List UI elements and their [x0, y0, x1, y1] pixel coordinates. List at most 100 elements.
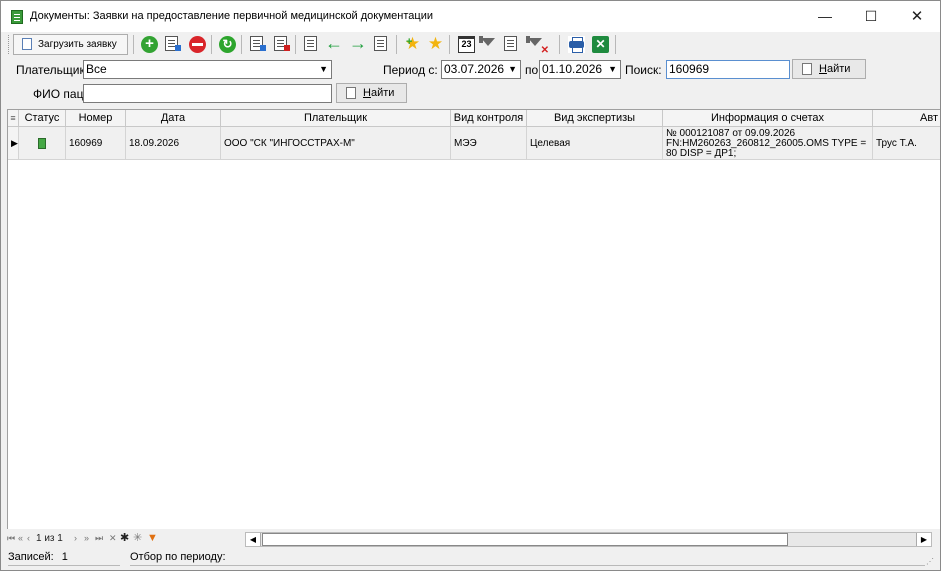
- load-request-label: Загрузить заявку: [38, 39, 117, 50]
- load-request-button[interactable]: Загрузить заявку: [13, 34, 128, 55]
- calendar-icon[interactable]: 23: [458, 36, 475, 53]
- app-icon: [11, 10, 23, 24]
- doc-edit-blue-icon[interactable]: [250, 36, 266, 51]
- records-panel: Записей: 1: [8, 550, 120, 566]
- refresh-icon[interactable]: ↻: [219, 36, 236, 53]
- chevron-down-icon: ▼: [508, 64, 517, 74]
- window-title: Документы: Заявки на предоставление перв…: [30, 10, 433, 22]
- records-count: 1: [61, 551, 68, 563]
- last-record-icon[interactable]: ⏭: [95, 530, 103, 547]
- scroll-left-icon[interactable]: ◀: [246, 533, 261, 546]
- find-fio-button[interactable]: Найти: [336, 83, 407, 103]
- number-cell[interactable]: 160969: [66, 127, 126, 160]
- filter-edit-icon[interactable]: [504, 36, 517, 51]
- doc-import-icon[interactable]: [374, 36, 387, 51]
- scrollbar-thumb[interactable]: [262, 533, 788, 546]
- period-to-field[interactable]: 01.10.2026 ▼: [539, 60, 621, 79]
- arrow-left-icon[interactable]: ←: [325, 34, 343, 53]
- toolbar-separator: [211, 35, 212, 54]
- toolbar: Загрузить заявку + ↻ ← → ★ + ★ 23 ✕ ✕: [2, 32, 939, 57]
- print-icon[interactable]: [568, 36, 585, 53]
- record-navigator: ⏮ « ‹ 1 из 1 › » ⏭ ✕ ✱ ✳ ▼: [7, 530, 239, 547]
- filter-clear-icon[interactable]: ✕: [528, 36, 549, 56]
- document-icon: [22, 38, 32, 50]
- toolbar-separator: [133, 35, 134, 54]
- records-label: Записей:: [8, 551, 54, 563]
- scroll-right-icon[interactable]: ▶: [916, 533, 931, 546]
- minimize-button[interactable]: —: [802, 1, 848, 32]
- period-to-label: по: [525, 63, 539, 77]
- row-indicator[interactable]: ▶: [8, 127, 19, 160]
- doc-delete-icon[interactable]: [274, 36, 290, 51]
- chevron-down-icon: ▼: [319, 64, 328, 74]
- column-header-info[interactable]: Информация о счетах: [663, 110, 873, 127]
- prev-record-icon[interactable]: ‹: [27, 530, 30, 547]
- period-from-field[interactable]: 03.07.2026 ▼: [441, 60, 521, 79]
- payer-cell[interactable]: ООО "СК "ИНГОССТРАХ-М": [221, 127, 451, 160]
- toolbar-separator: [559, 35, 560, 54]
- column-header-control[interactable]: Вид контроля: [451, 110, 527, 127]
- info-cell[interactable]: № 000121087 от 09.09.2026 FN:HM260263_26…: [663, 127, 873, 160]
- filter-orange-icon[interactable]: ▼: [147, 530, 158, 547]
- edit-doc-icon[interactable]: [165, 36, 181, 51]
- toolbar-separator: [396, 35, 397, 54]
- period-to-value: 01.10.2026: [542, 62, 603, 76]
- data-grid: ≡ Статус Номер Дата Плательщик Вид контр…: [7, 109, 940, 529]
- resize-grip-icon[interactable]: ⋰: [926, 557, 936, 567]
- period-filter-panel: Отбор по периоду:: [130, 550, 925, 566]
- first-record-icon[interactable]: ⏮: [7, 530, 15, 547]
- asterisk-icon[interactable]: ✱: [120, 530, 129, 547]
- horizontal-scrollbar[interactable]: ◀ ▶: [245, 532, 932, 547]
- chevron-down-icon: ▼: [608, 64, 617, 74]
- status-cell[interactable]: [19, 127, 66, 160]
- status-icon: [38, 138, 46, 149]
- arrow-right-icon[interactable]: →: [349, 34, 367, 53]
- next-record-icon[interactable]: ›: [74, 530, 77, 547]
- prev-page-icon[interactable]: «: [18, 530, 23, 547]
- period-from-label: Период с:: [383, 63, 438, 77]
- find-icon: [346, 87, 356, 99]
- grid-corner[interactable]: ≡: [8, 110, 19, 127]
- search-label: Поиск:: [625, 63, 662, 77]
- find-icon: [802, 63, 812, 75]
- status-bar: Записей: 1 Отбор по периоду: ⋰: [2, 548, 939, 570]
- fio-input[interactable]: [83, 84, 332, 103]
- toolbar-separator: [241, 35, 242, 54]
- column-header-expertise[interactable]: Вид экспертизы: [527, 110, 663, 127]
- asterisk-alt-icon[interactable]: ✳: [133, 530, 142, 547]
- toolbar-separator: [295, 35, 296, 54]
- title-bar: Документы: Заявки на предоставление перв…: [1, 1, 940, 32]
- add-icon[interactable]: +: [141, 36, 158, 53]
- control-cell[interactable]: МЭЭ: [451, 127, 527, 160]
- payer-label: Плательщик:: [16, 63, 89, 77]
- period-from-value: 03.07.2026: [444, 62, 505, 76]
- column-header-author[interactable]: Авт: [873, 110, 940, 127]
- date-cell[interactable]: 18.09.2026: [126, 127, 221, 160]
- author-cell[interactable]: Трус Т.А.: [873, 127, 940, 160]
- cancel-icon[interactable]: ✕: [109, 530, 117, 547]
- find-button[interactable]: Найти: [792, 59, 866, 79]
- doc-export-icon[interactable]: [304, 36, 317, 51]
- fio-label: ФИО пац.:: [33, 87, 91, 101]
- next-page-icon[interactable]: »: [84, 530, 89, 547]
- column-header-status[interactable]: Статус: [19, 110, 66, 127]
- delete-icon[interactable]: [189, 36, 206, 53]
- filter-icon[interactable]: [481, 36, 498, 53]
- page-indicator: 1 из 1: [36, 533, 63, 544]
- column-header-date[interactable]: Дата: [126, 110, 221, 127]
- expertise-cell[interactable]: Целевая: [527, 127, 663, 160]
- excel-icon[interactable]: ✕: [592, 36, 609, 53]
- star-add-icon[interactable]: ★ +: [404, 35, 421, 53]
- search-input[interactable]: 160969: [666, 60, 790, 79]
- column-header-number[interactable]: Номер: [66, 110, 126, 127]
- close-button[interactable]: ✕: [894, 1, 940, 32]
- payer-value: Все: [86, 62, 107, 76]
- payer-select[interactable]: Все ▼: [83, 60, 332, 79]
- app-window: Документы: Заявки на предоставление перв…: [0, 0, 941, 571]
- star-icon[interactable]: ★: [427, 35, 444, 53]
- toolbar-separator: [615, 35, 616, 54]
- toolbar-grip: [8, 35, 10, 54]
- toolbar-separator: [449, 35, 450, 54]
- column-header-payer[interactable]: Плательщик: [221, 110, 451, 127]
- maximize-button[interactable]: ☐: [848, 1, 894, 32]
